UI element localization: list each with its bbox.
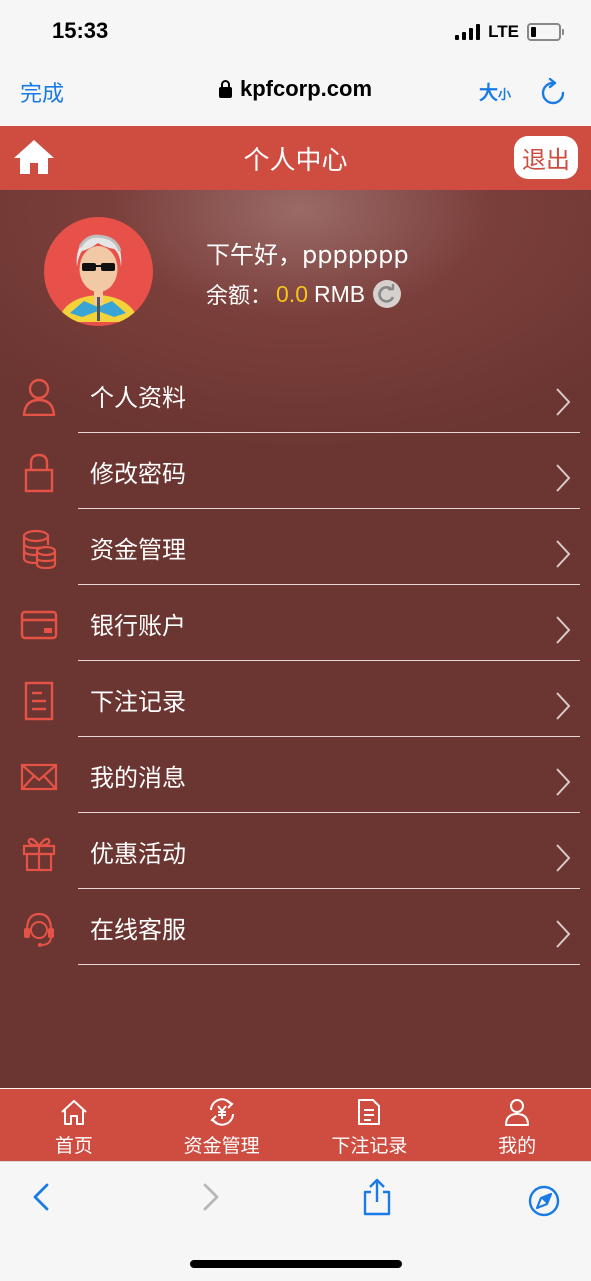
menu-item-label: 修改密码 [90,460,186,488]
menu-item-promotions[interactable]: 优惠活动 [0,813,591,889]
url-text: kpfcorp.com [239,76,373,101]
avatar [44,217,153,326]
lock-icon [20,453,58,493]
tab-home[interactable]: 首页 [0,1089,148,1161]
gift-icon [20,833,58,873]
menu-item-bet-records[interactable]: 下注记录 [0,661,591,737]
chevron-right-icon [555,691,571,725]
envelope-icon [20,757,58,797]
chevron-right-icon [555,463,571,497]
compass-icon[interactable] [527,1184,561,1222]
browser-address-bar: 完成 kpfcorp.com 大小 [0,62,591,127]
tab-label: 资金管理 [183,1135,260,1157]
menu-item-label: 优惠活动 [90,840,186,868]
logout-button[interactable]: 退出 [514,136,578,179]
tab-label: 下注记录 [331,1135,408,1157]
balance-label: 余额： [206,284,273,309]
balance-unit: RMB [314,280,366,307]
battery-icon [527,23,564,41]
menu-item-label: 下注记录 [90,688,186,716]
menu-item-profile[interactable]: 个人资料 [0,357,591,433]
chevron-right-icon [555,539,571,573]
status-bar: 15:33 LTE [0,0,591,62]
document-icon [20,681,58,721]
menu-item-label: 银行账户 [90,612,186,640]
chevron-right-icon [555,843,571,877]
balance-row: 余额： 0.0 RMB [206,278,402,310]
profile-panel: 下午好，ppppppp 余额： 0.0 RMB 个人资料 修改密码 资金管理 银… [0,190,591,1088]
chevron-right-icon [555,919,571,953]
refresh-balance-icon[interactable] [373,280,402,308]
divider [78,964,580,965]
forward-icon[interactable] [200,1182,222,1216]
text-size-button[interactable]: 大小 [479,78,511,105]
menu-item-label: 在线客服 [90,916,186,944]
balance-amount: 0.0 [276,280,308,307]
back-icon[interactable] [30,1182,52,1216]
text-size-big: 大 [479,82,499,104]
menu-item-label: 我的消息 [90,764,186,792]
menu-item-fund-management[interactable]: 资金管理 [0,509,591,585]
tab-label: 我的 [498,1135,537,1157]
status-time: 15:33 [52,18,109,43]
lock-icon [218,80,232,98]
menu-item-label: 个人资料 [90,384,186,412]
profile-menu: 个人资料 修改密码 资金管理 银行账户 下注记录 我的消息 优惠活动 在线客服 [0,357,591,965]
network-type: LTE [488,22,519,41]
signal-icon [455,24,481,40]
tab-mine[interactable]: 我的 [443,1089,591,1161]
chevron-right-icon [555,767,571,801]
page-title: 个人中心 [243,146,348,176]
menu-item-bank-account[interactable]: 银行账户 [0,585,591,661]
user-icon [504,1097,530,1127]
menu-item-online-support[interactable]: 在线客服 [0,889,591,965]
share-icon[interactable] [361,1178,393,1220]
text-size-small: 小 [498,88,512,103]
coins-icon [20,529,58,569]
home-indicator [190,1260,402,1268]
bottom-tab-bar: 首页 资金管理 下注记录 我的 [0,1089,591,1161]
menu-item-my-messages[interactable]: 我的消息 [0,737,591,813]
user-icon [20,377,58,417]
card-icon [20,605,58,645]
home-icon [59,1097,89,1127]
chevron-right-icon [555,387,571,421]
document-icon [357,1097,381,1127]
app-header: 个人中心 退出 [0,126,591,190]
tab-bet-records[interactable]: 下注记录 [296,1089,444,1161]
menu-item-change-password[interactable]: 修改密码 [0,433,591,509]
tab-label: 首页 [54,1135,93,1157]
headset-icon [20,909,58,949]
menu-item-label: 资金管理 [90,536,186,564]
tab-fund-management[interactable]: 资金管理 [148,1089,296,1161]
status-indicators: LTE [455,22,564,42]
chevron-right-icon [555,615,571,649]
reload-icon[interactable] [540,77,566,110]
greeting-text: 下午好，ppppppp [206,241,409,269]
yuan-exchange-icon [207,1097,237,1127]
